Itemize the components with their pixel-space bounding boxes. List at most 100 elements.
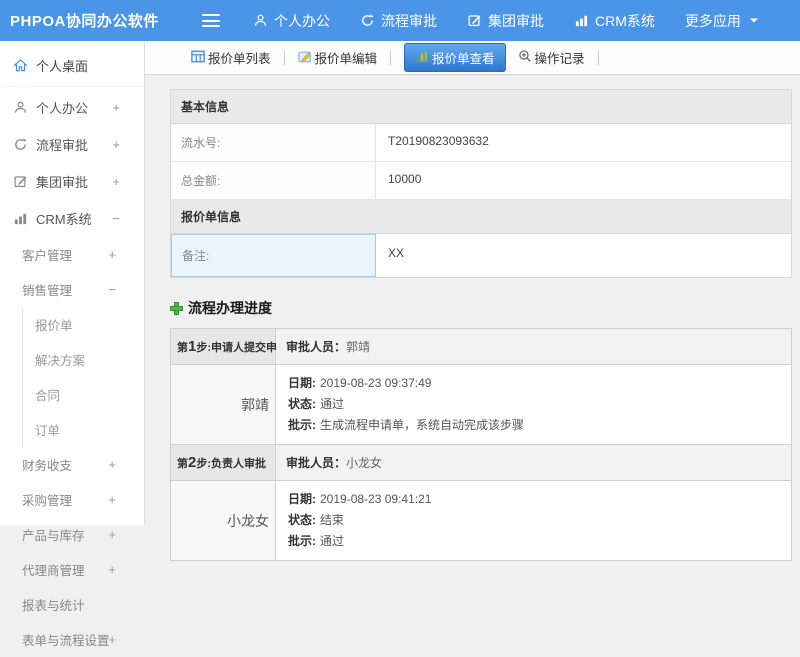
expand-toggle[interactable]: + bbox=[108, 562, 116, 577]
expand-toggle[interactable]: + bbox=[112, 100, 120, 115]
sidebar-item-reports[interactable]: 报表与统计 bbox=[0, 587, 144, 622]
process-step2-detail-row: 小龙女 日期: 2019-08-23 09:41:21 状态: 结束 批示: 通过 bbox=[171, 481, 791, 561]
sidebar-item-contract[interactable]: 合同 bbox=[23, 377, 144, 412]
sidebar-item-sales-mgmt[interactable]: 销售管理 − bbox=[0, 272, 144, 307]
sidebar-item-order[interactable]: 订单 bbox=[23, 412, 144, 447]
tab-label: 报价单查看 bbox=[432, 52, 495, 66]
sidebar-item-label: 销售管理 bbox=[22, 284, 73, 298]
top-navbar: PHPOA协同办公软件 个人办公 流程审批 集团审批 CRM系统 更多应用 bbox=[0, 0, 800, 41]
step-detail-cell: 日期: 2019-08-23 09:37:49 状态: 通过 批示: 生成流程申请单，… bbox=[276, 365, 791, 444]
sidebar-item-desktop[interactable]: 个人桌面 bbox=[0, 45, 144, 87]
sales-submenu: 报价单 解决方案 合同 订单 bbox=[22, 307, 144, 447]
nav-item-crm[interactable]: CRM系统 bbox=[559, 1, 670, 41]
approver-cell: 审批人员：郭靖 bbox=[276, 329, 791, 364]
sidebar-item-label: 个人桌面 bbox=[36, 59, 89, 74]
tab-quotation-edit[interactable]: 报价单编辑 bbox=[292, 44, 384, 71]
detail-status-line: 状态: 结束 bbox=[288, 510, 779, 531]
date-label: 日期: bbox=[288, 492, 316, 506]
process-progress-table: 第1步:申请人提交申请 审批人员：郭靖 郭靖 日期: 2019-08-23 09:… bbox=[170, 328, 792, 561]
expand-toggle[interactable]: + bbox=[112, 174, 120, 189]
sidebar-item-finance[interactable]: 财务收支 + bbox=[0, 447, 144, 482]
process-step2-header-row: 第2步:负责人审批 审批人员：小龙女 bbox=[171, 445, 791, 481]
sidebar-item-label: 合同 bbox=[35, 389, 61, 403]
nav-item-label: CRM系统 bbox=[595, 12, 655, 29]
field-label: 总金额: bbox=[171, 162, 376, 199]
user-icon bbox=[253, 13, 268, 28]
nav-item-label: 更多应用 bbox=[684, 12, 741, 29]
nav-item-more-apps[interactable]: 更多应用 bbox=[670, 1, 774, 41]
section-header-basic-info: 基本信息 bbox=[171, 90, 791, 124]
tab-bar: 报价单列表 报价单编辑 报价单查看 操作记录 bbox=[145, 41, 800, 75]
sidebar-item-purchase[interactable]: 采购管理 + bbox=[0, 482, 144, 517]
tab-operation-log[interactable]: 操作记录 bbox=[512, 44, 591, 71]
cycle-icon bbox=[360, 13, 375, 28]
sidebar-item-workflow-approval[interactable]: 流程审批 + bbox=[0, 126, 144, 163]
handler-name-cell: 郭靖 bbox=[171, 365, 276, 444]
sidebar-item-customer-mgmt[interactable]: 客户管理 + bbox=[0, 237, 144, 272]
tab-label: 报价单编辑 bbox=[314, 52, 378, 66]
comment-label: 批示: bbox=[288, 418, 316, 432]
form-row-remark: 备注: XX bbox=[171, 234, 791, 277]
table-icon bbox=[191, 50, 205, 66]
green-plus-icon bbox=[170, 301, 183, 315]
sidebar-item-crm[interactable]: CRM系统 − bbox=[0, 200, 144, 237]
process-progress-title: 流程办理进度 bbox=[170, 298, 800, 318]
tab-label: 报价单列表 bbox=[208, 52, 271, 66]
expand-toggle[interactable]: + bbox=[112, 137, 120, 152]
expand-toggle[interactable]: + bbox=[108, 492, 116, 507]
form-row-total-amount: 总金额: 10000 bbox=[171, 162, 791, 200]
process-step1-detail-row: 郭靖 日期: 2019-08-23 09:37:49 状态: 通过 批示: 生成流程申… bbox=[171, 365, 791, 445]
nav-item-label: 集团审批 bbox=[488, 12, 544, 29]
sidebar-item-form-workflow-settings[interactable]: 表单与流程设置 + bbox=[0, 622, 144, 657]
nav-item-label: 流程审批 bbox=[381, 12, 437, 29]
step-detail-cell: 日期: 2019-08-23 09:41:21 状态: 结束 批示: 通过 bbox=[276, 481, 791, 560]
field-label: 备注: bbox=[171, 234, 376, 277]
sidebar-item-quotation[interactable]: 报价单 bbox=[23, 307, 144, 342]
edit-note-icon bbox=[297, 50, 312, 66]
detail-comment-line: 批示: 生成流程申请单，系统自动完成该步骤 bbox=[288, 415, 779, 436]
step-name: 步:申请人提交申请 bbox=[196, 342, 289, 354]
sidebar-item-label: 订单 bbox=[35, 424, 61, 438]
sidebar-item-group-approval[interactable]: 集团审批 + bbox=[0, 163, 144, 200]
expand-toggle[interactable]: + bbox=[108, 457, 116, 472]
sidebar-item-agent-mgmt[interactable]: 代理商管理 + bbox=[0, 552, 144, 587]
tab-divider bbox=[597, 50, 599, 65]
step-label-cell: 第1步:申请人提交申请 bbox=[171, 329, 288, 364]
tab-divider bbox=[390, 50, 392, 65]
status-label: 状态: bbox=[288, 397, 316, 411]
sidebar-item-personal-office[interactable]: 个人办公 + bbox=[0, 89, 144, 126]
sidebar-item-solution[interactable]: 解决方案 bbox=[23, 342, 144, 377]
collapse-toggle[interactable]: − bbox=[112, 211, 120, 226]
approver-cell: 审批人员：小龙女 bbox=[276, 445, 791, 480]
sidebar-item-label: CRM系统 bbox=[36, 212, 92, 227]
tab-divider bbox=[283, 50, 285, 65]
tab-quotation-list[interactable]: 报价单列表 bbox=[185, 44, 277, 71]
expand-toggle[interactable]: + bbox=[108, 632, 116, 647]
home-icon bbox=[12, 58, 28, 73]
nav-item-workflow-approval[interactable]: 流程审批 bbox=[345, 1, 452, 41]
approver-label: 审批人员： bbox=[286, 340, 347, 354]
sidebar-item-label: 个人办公 bbox=[36, 101, 89, 116]
tab-quotation-view[interactable]: 报价单查看 bbox=[404, 43, 506, 72]
sidebar-item-product-inventory[interactable]: 产品与库存 + bbox=[0, 517, 144, 552]
bar-chart-icon bbox=[574, 13, 589, 28]
collapse-toggle[interactable]: − bbox=[108, 282, 116, 297]
nav-item-personal-office[interactable]: 个人办公 bbox=[238, 1, 345, 41]
hamburger-menu-icon[interactable] bbox=[202, 14, 220, 27]
nav-item-group-approval[interactable]: 集团审批 bbox=[452, 1, 559, 41]
sidebar-item-label: 产品与库存 bbox=[22, 529, 85, 543]
approver-name: 郭靖 bbox=[346, 340, 371, 354]
step-label-cell: 第2步:负责人审批 bbox=[171, 445, 276, 480]
navbar-menu: 个人办公 流程审批 集团审批 CRM系统 更多应用 bbox=[238, 1, 774, 41]
serial-number-value: T20190823093632 bbox=[388, 134, 489, 148]
expand-toggle[interactable]: + bbox=[108, 247, 116, 262]
approver-name: 小龙女 bbox=[346, 456, 383, 470]
main-area: 报价单列表 报价单编辑 报价单查看 操作记录 基本信息 流水号: T201908… bbox=[145, 41, 800, 561]
sidebar-item-label: 采购管理 bbox=[22, 494, 73, 508]
sidebar: 个人桌面 个人办公 + 流程审批 + 集团审批 + CRM系统 − 客户管理 +… bbox=[0, 41, 145, 648]
comment-value: 通过 bbox=[320, 534, 345, 548]
user-icon bbox=[12, 100, 28, 115]
process-step1-header-row: 第1步:申请人提交申请 审批人员：郭靖 bbox=[171, 329, 791, 365]
step-prefix: 第 bbox=[177, 342, 188, 354]
expand-toggle[interactable]: + bbox=[108, 527, 116, 542]
